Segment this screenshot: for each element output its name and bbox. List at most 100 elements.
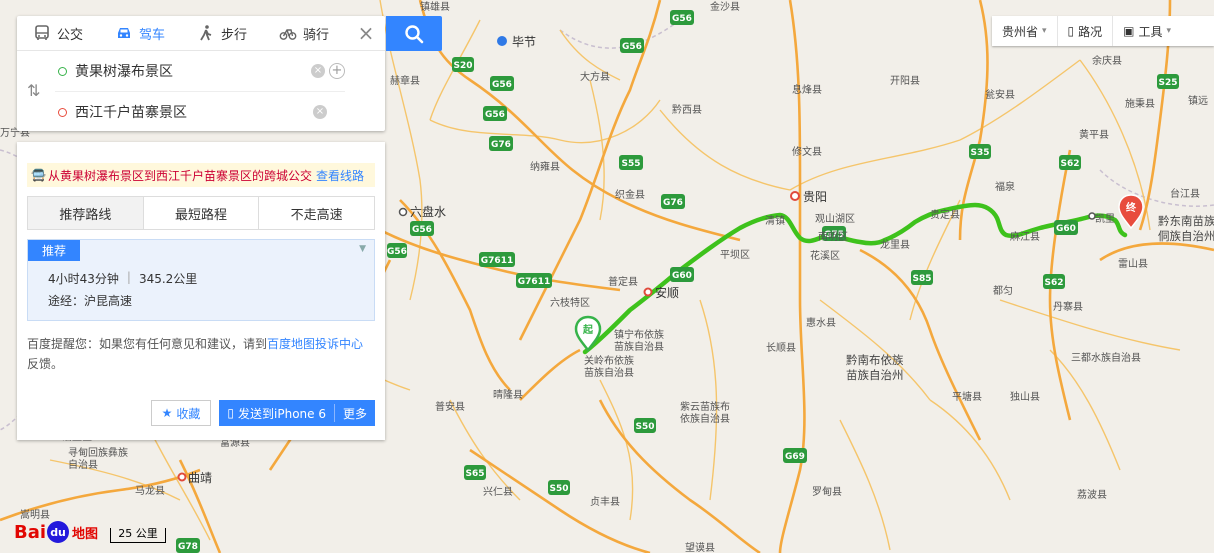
svg-text:G7611: G7611 — [518, 277, 550, 287]
svg-text:G56: G56 — [492, 80, 512, 90]
traffic-button[interactable]: ▯ 路况 — [1058, 16, 1114, 46]
svg-text:纳雍县: 纳雍县 — [530, 160, 560, 173]
map-scale: 25 公里 — [110, 528, 166, 543]
svg-text:S62: S62 — [1044, 278, 1063, 288]
tab-bus[interactable]: 公交 — [17, 16, 99, 50]
svg-text:S62: S62 — [1060, 159, 1079, 169]
svg-text:S85: S85 — [912, 274, 931, 284]
svg-text:黔西县: 黔西县 — [672, 103, 702, 116]
search-icon — [405, 24, 424, 43]
tab-bus-label: 公交 — [56, 27, 83, 43]
send-to-phone[interactable]: ▯ 发送到iPhone 6 — [219, 404, 335, 422]
svg-text:都匀: 都匀 — [993, 285, 1013, 297]
svg-text:S50: S50 — [549, 484, 568, 494]
tab-drive[interactable]: 驾车 — [99, 16, 181, 50]
svg-text:镇远: 镇远 — [1188, 94, 1208, 107]
svg-text:观山湖区: 观山湖区 — [815, 213, 855, 225]
transit-tip: 🚍 从黄果树瀑布景区到西江千户苗寨景区的跨城公交 查看线路 — [27, 163, 375, 187]
svg-text:苗族自治县: 苗族自治县 — [584, 366, 634, 379]
send-label: 发送到iPhone 6 — [238, 406, 326, 421]
svg-text:贵阳: 贵阳 — [803, 190, 827, 204]
more-button[interactable]: 更多 — [335, 405, 375, 422]
svg-text:马龙县: 马龙县 — [135, 484, 165, 497]
plan-duration: 4小时43分钟 — [48, 272, 119, 286]
svg-text:毕节: 毕节 — [512, 35, 536, 49]
svg-text:清镇: 清镇 — [765, 214, 785, 227]
tab-no-highway[interactable]: 不走高速 — [259, 197, 375, 229]
close-icon[interactable]: × — [355, 21, 377, 45]
tab-walk[interactable]: 步行 — [181, 16, 263, 50]
expand-arrow-icon[interactable]: ▼ — [359, 244, 366, 254]
traffic-light-icon: ▯ — [1067, 24, 1075, 38]
favorite-button[interactable]: ★ 收藏 — [150, 400, 212, 426]
svg-text:六盘水: 六盘水 — [410, 204, 446, 219]
logo-ditu: 地图 — [72, 526, 99, 542]
chevron-down-icon: ▾ — [1042, 26, 1047, 36]
favorite-label: 收藏 — [176, 406, 201, 421]
svg-text:G56: G56 — [672, 14, 692, 24]
baidu-logo[interactable]: Bai du 地图 — [14, 521, 98, 543]
end-input[interactable]: 西江千户苗寨景区 — [75, 102, 309, 122]
end-input-row[interactable]: 西江千户苗寨景区 × — [55, 92, 345, 132]
end-dot-icon — [58, 107, 67, 117]
tab-bike[interactable]: 骑行 — [263, 16, 345, 50]
svg-text:晴隆县: 晴隆县 — [493, 388, 523, 401]
tab-recommended[interactable]: 推荐路线 — [28, 197, 144, 229]
feedback-link[interactable]: 百度地图投诉中心 — [267, 337, 363, 351]
add-waypoint-icon[interactable]: + — [329, 63, 345, 79]
svg-text:荔波县: 荔波县 — [1077, 488, 1107, 501]
svg-text:贵定县: 贵定县 — [930, 208, 960, 221]
svg-text:苗族自治州: 苗族自治州 — [846, 368, 904, 382]
svg-text:修文县: 修文县 — [792, 145, 822, 158]
svg-text:镇雄县: 镇雄县 — [420, 0, 450, 13]
svg-text:开阳县: 开阳县 — [890, 75, 920, 87]
plan-card[interactable]: 推荐 ▼ 4小时43分钟 | 345.2公里 途经：沪昆高速 — [27, 239, 375, 321]
chevron-down-icon: ▾ — [1166, 26, 1172, 36]
logo-paw-icon: du — [47, 521, 70, 543]
search-button[interactable] — [386, 16, 442, 51]
feedback-suffix: 反馈。 — [27, 357, 64, 371]
svg-text:关岭布依族: 关岭布依族 — [584, 354, 634, 367]
svg-text:安顺: 安顺 — [655, 285, 679, 300]
view-transit-link[interactable]: 查看线路 — [316, 167, 364, 184]
svg-text:S25: S25 — [1158, 78, 1177, 88]
province-selector[interactable]: 贵州省 ▾ — [992, 16, 1058, 46]
svg-text:余庆县: 余庆县 — [1092, 54, 1122, 67]
send-to-phone-button[interactable]: ▯ 发送到iPhone 6 更多 — [219, 400, 375, 426]
svg-text:G56: G56 — [387, 247, 407, 257]
clear-start-icon[interactable]: × — [311, 64, 325, 78]
start-dot-icon — [58, 66, 67, 76]
svg-text:终: 终 — [1126, 201, 1137, 214]
svg-text:花溪区: 花溪区 — [810, 249, 840, 262]
svg-text:G56: G56 — [412, 225, 432, 235]
svg-text:南明区: 南明区 — [818, 230, 848, 243]
svg-text:普安县: 普安县 — [435, 400, 465, 413]
svg-text:寻甸回族彝族: 寻甸回族彝族 — [68, 446, 128, 459]
route-actions: ★ 收藏 ▯ 发送到iPhone 6 更多 — [150, 400, 375, 426]
svg-text:G60: G60 — [1056, 224, 1076, 234]
svg-text:侗族自治州: 侗族自治州 — [1158, 229, 1214, 243]
bike-icon — [279, 29, 297, 40]
swap-icon[interactable]: ⇅ — [27, 81, 40, 100]
bus-small-icon: 🚍 — [31, 168, 46, 182]
svg-text:麻江县: 麻江县 — [1010, 230, 1040, 243]
tools-label: 工具 — [1138, 24, 1163, 39]
svg-text:起: 起 — [582, 323, 594, 336]
svg-text:G56: G56 — [485, 110, 505, 120]
start-input-row[interactable]: 黄果树瀑布景区 × + — [55, 51, 345, 92]
svg-text:长顺县: 长顺县 — [766, 342, 796, 354]
tools-button[interactable]: ▣ 工具 ▾ — [1113, 16, 1181, 46]
svg-text:依族自治县: 依族自治县 — [680, 412, 730, 425]
svg-text:赫章县: 赫章县 — [390, 74, 420, 87]
svg-text:苗族自治县: 苗族自治县 — [614, 340, 664, 353]
svg-text:息烽县: 息烽县 — [792, 83, 822, 96]
start-input[interactable]: 黄果树瀑布景区 — [75, 61, 307, 81]
svg-text:S20: S20 — [453, 61, 472, 71]
tab-shortest[interactable]: 最短路程 — [143, 197, 260, 229]
phone-icon: ▯ — [227, 406, 235, 420]
svg-text:S35: S35 — [970, 148, 989, 158]
clear-end-icon[interactable]: × — [313, 105, 327, 119]
route-inputs: ⇅ 黄果树瀑布景区 × + 西江千户苗寨景区 × — [17, 51, 385, 131]
svg-text:S55: S55 — [621, 159, 640, 169]
province-label: 贵州省 — [1002, 24, 1039, 39]
